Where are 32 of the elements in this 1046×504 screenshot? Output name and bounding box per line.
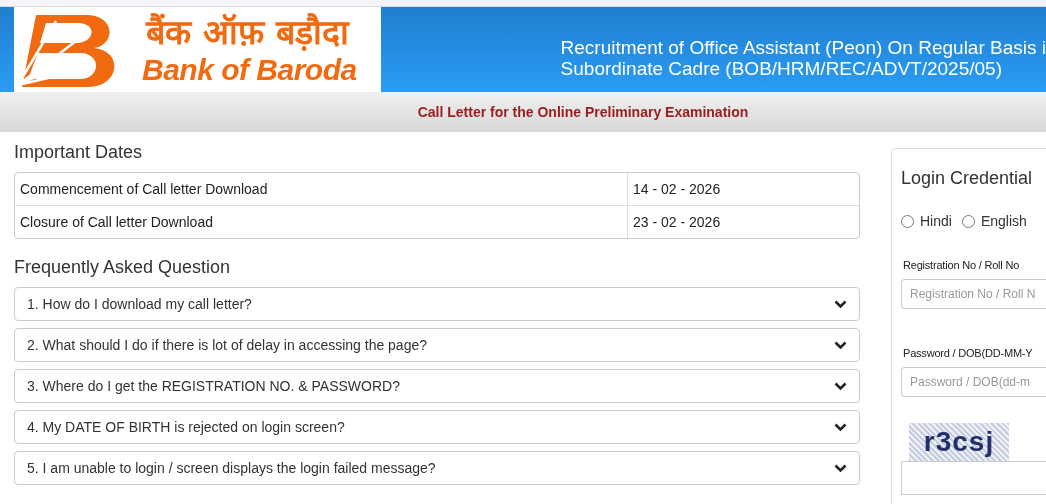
chevron-down-icon <box>834 299 847 309</box>
chevron-down-icon <box>834 340 847 350</box>
subtitle: Call Letter for the Online Preliminary Examination <box>417 104 749 120</box>
section-heading: Important Dates <box>14 142 144 163</box>
chevron-down-icon <box>834 381 847 391</box>
captcha-field[interactable] <box>901 461 1046 495</box>
panel-heading: Login Credential <box>901 168 1034 189</box>
input-field[interactable]: Registration No / Roll N <box>901 279 1046 309</box>
faq-item[interactable]: 1. How do I download my call letter? <box>14 287 860 321</box>
page-title: Recruitment of Office Assistant (Peon) On Regular Basis i <box>560 37 1046 58</box>
radio-label: English <box>980 213 1027 229</box>
chevron-down-icon <box>834 422 847 432</box>
input-field[interactable]: Password / DOB(dd-m <box>901 367 1046 397</box>
field-label: Password / DOB(DD-MM-Y <box>903 347 1034 359</box>
section-heading: Frequently Asked Question <box>14 257 232 278</box>
field-label: Registration No / Roll No <box>903 259 1021 271</box>
table-cell-text: Commencement of Call letter Download <box>19 180 269 199</box>
radio-label: Hindi <box>920 213 952 229</box>
table-cell: 23 - 02 - 2026 <box>627 206 859 238</box>
chevron-down-icon <box>834 463 847 473</box>
faq-item[interactable]: 5. I am unable to login / screen displays the login failed message? <box>14 451 860 485</box>
faq-item[interactable]: 2. What should I do if there is lot of delay in accessing the page? <box>14 328 860 362</box>
radio-button[interactable] <box>961 214 975 228</box>
radio-button[interactable] <box>901 214 914 228</box>
captcha-image: r3csj <box>909 423 1009 461</box>
table-cell-text: Closure of Call letter Download <box>19 213 214 232</box>
table-cell: 14 - 02 - 2026 <box>627 173 859 205</box>
faq-item[interactable]: 3. Where do I get the REGISTRATION NO. & PASSWORD? <box>14 369 860 403</box>
page-title: Subordinate Cadre (BOB/HRM/REC/ADVT/2025/05) <box>560 58 1003 79</box>
logo-text: Bank of Baroda <box>142 51 357 88</box>
logo-hindi-text: बैंक ऑफ़ बड़ौदा <box>144 11 351 52</box>
faq-item[interactable]: 4. My DATE OF BIRTH is rejected on login screen? <box>14 410 860 444</box>
